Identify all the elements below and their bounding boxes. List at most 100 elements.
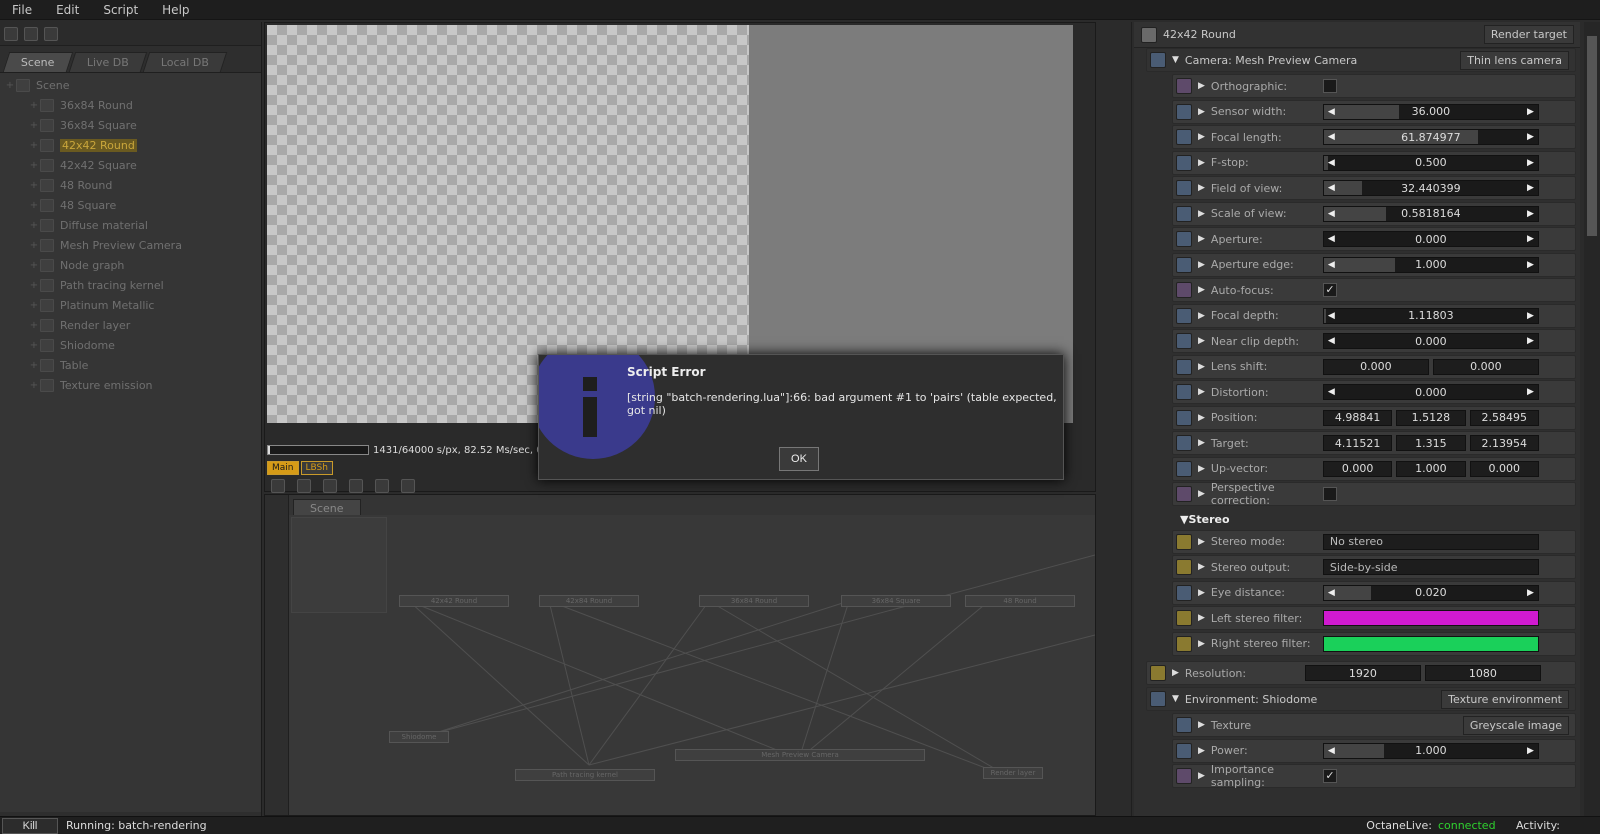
tree-item[interactable]: + Table — [0, 355, 261, 375]
node-42x42-round[interactable]: 42x42 Round — [399, 595, 509, 607]
environment-group-type-button[interactable]: Texture environment — [1441, 689, 1569, 709]
scale-of-view-slider[interactable]: ◀ 0.5818164 ▶ — [1322, 205, 1539, 222]
increment-icon[interactable]: ▶ — [1527, 258, 1534, 272]
position-field-1[interactable]: 1.5128 — [1396, 409, 1466, 426]
stereo-mode-dropdown[interactable]: No stereo — [1322, 533, 1539, 550]
tree-item[interactable]: +48 Round — [0, 175, 261, 195]
tab-live-db[interactable]: Live DB — [68, 52, 147, 72]
aperture-slider[interactable]: ◀ 0.000 ▶ — [1322, 231, 1539, 247]
stereo-output-dropdown[interactable]: Side-by-side — [1322, 559, 1539, 575]
left-stereo-filter-swatch[interactable] — [1322, 610, 1539, 626]
tree-item[interactable]: +48 Square — [0, 195, 261, 215]
expand-icon[interactable]: ▶ — [1198, 285, 1205, 295]
focal-length-slider[interactable]: ◀ 61.874977 ▶ — [1322, 129, 1539, 145]
menu-help[interactable]: Help — [150, 3, 201, 17]
decrement-icon[interactable]: ◀ — [1328, 309, 1335, 323]
expand-icon[interactable]: ▶ — [1198, 438, 1205, 448]
node-graph-minimap[interactable] — [291, 517, 387, 613]
node-path-tracing-kernel[interactable]: Path tracing kernel — [515, 769, 655, 781]
decrement-icon[interactable]: ◀ — [1328, 232, 1335, 246]
collapse-icon[interactable]: ▼ — [1180, 513, 1188, 526]
position-field-2[interactable]: 2.58495 — [1469, 409, 1539, 426]
stop-icon[interactable] — [323, 479, 337, 493]
expand-icon[interactable]: ▶ — [1198, 613, 1205, 623]
tree-item[interactable]: + Texture emission — [0, 375, 261, 395]
node-48-round[interactable]: 48 Round — [965, 595, 1075, 607]
expand-icon[interactable]: + — [28, 180, 40, 191]
render-target-button[interactable]: Render target — [1483, 25, 1574, 44]
tree-item[interactable]: + Shiodome — [0, 335, 261, 355]
node-36x84-round[interactable]: 36x84 Round — [699, 595, 809, 607]
expand-icon[interactable]: ▶ — [1198, 260, 1205, 270]
tree-item[interactable]: + Path tracing kernel — [0, 275, 261, 295]
collapse-icon[interactable]: ▼ — [1172, 694, 1179, 704]
right-stereo-filter-swatch[interactable] — [1322, 635, 1539, 652]
expand-icon[interactable]: ▶ — [1198, 158, 1205, 168]
ok-button[interactable]: OK — [779, 447, 819, 471]
expand-icon[interactable]: + — [28, 380, 40, 391]
expand-icon[interactable]: + — [28, 140, 40, 151]
field-of-view-slider[interactable]: ◀ 32.440399 ▶ — [1322, 180, 1539, 196]
expand-icon[interactable]: + — [28, 280, 40, 291]
settings-icon[interactable] — [297, 479, 311, 493]
tree-item[interactable]: +42x42 Square — [0, 155, 261, 175]
tree-item[interactable]: + Scene — [0, 75, 261, 95]
layers-icon[interactable] — [44, 26, 58, 41]
expand-icon[interactable]: + — [28, 320, 40, 331]
up-vector-field-1[interactable]: 1.000 — [1396, 460, 1466, 477]
target-field-2[interactable]: 2.13954 — [1469, 435, 1539, 451]
expand-icon[interactable]: ▶ — [1198, 639, 1205, 649]
node-36x84-square[interactable]: 36x84 Square — [841, 595, 951, 607]
viewport-vertical-scrollbar[interactable] — [1077, 25, 1091, 423]
increment-icon[interactable]: ▶ — [1527, 105, 1534, 119]
tree-item[interactable]: + Node graph — [0, 255, 261, 275]
expand-icon[interactable]: ▶ — [1198, 362, 1205, 372]
expand-icon[interactable]: ▶ — [1198, 489, 1205, 499]
increment-icon[interactable]: ▶ — [1527, 744, 1534, 758]
expand-icon[interactable]: + — [28, 340, 40, 351]
expand-icon[interactable]: ▶ — [1198, 183, 1205, 193]
sensor-width-slider[interactable]: ◀ 36.000 ▶ — [1322, 103, 1539, 120]
increment-icon[interactable]: ▶ — [1527, 232, 1534, 246]
increment-icon[interactable]: ▶ — [1527, 130, 1534, 144]
pause-icon[interactable] — [375, 479, 389, 493]
decrement-icon[interactable]: ◀ — [1328, 105, 1335, 119]
increment-icon[interactable]: ▶ — [1527, 156, 1534, 170]
node-42x84-round[interactable]: 42x84 Round — [539, 595, 639, 607]
tree-item[interactable]: +36x84 Round — [0, 95, 261, 115]
expand-icon[interactable]: ▶ — [1198, 107, 1205, 117]
auto-focus-checkbox[interactable]: ✓ — [1322, 283, 1337, 297]
resolution-field-0[interactable]: 1920 — [1304, 665, 1421, 681]
decrement-icon[interactable]: ◀ — [1328, 744, 1335, 758]
orthographic-checkbox[interactable] — [1322, 79, 1337, 93]
expand-icon[interactable]: ▶ — [1198, 537, 1205, 547]
camera-icon[interactable] — [271, 479, 285, 493]
decrement-icon[interactable]: ◀ — [1328, 130, 1335, 144]
expand-icon[interactable]: + — [28, 240, 40, 251]
menu-script[interactable]: Script — [91, 3, 150, 17]
position-field-0[interactable]: 4.98841 — [1322, 409, 1393, 426]
focal-depth-slider[interactable]: ◀ 1.11803 ▶ — [1322, 307, 1539, 324]
increment-icon[interactable]: ▶ — [1527, 309, 1534, 323]
expand-icon[interactable]: ▶ — [1198, 311, 1205, 321]
tree-item[interactable]: + Mesh Preview Camera — [0, 235, 261, 255]
expand-icon[interactable]: + — [28, 160, 40, 171]
node-graph-canvas[interactable]: 42x42 Round 42x84 Round 36x84 Round 36x8… — [289, 515, 1095, 815]
increment-icon[interactable]: ▶ — [1527, 181, 1534, 195]
increment-icon[interactable]: ▶ — [1527, 207, 1534, 221]
expand-icon[interactable]: + — [28, 100, 40, 111]
expand-icon[interactable]: ▶ — [1198, 413, 1205, 423]
menu-file[interactable]: File — [0, 3, 44, 17]
expand-icon[interactable]: ▶ — [1198, 81, 1205, 91]
increment-icon[interactable]: ▶ — [1527, 385, 1534, 399]
expand-icon[interactable]: + — [28, 300, 40, 311]
expand-icon[interactable]: ▶ — [1198, 387, 1205, 397]
expand-icon[interactable]: ▶ — [1198, 562, 1205, 572]
restart-icon[interactable] — [349, 479, 363, 493]
increment-icon[interactable]: ▶ — [1527, 334, 1534, 348]
up-vector-field-2[interactable]: 0.000 — [1469, 460, 1539, 477]
decrement-icon[interactable]: ◀ — [1328, 181, 1335, 195]
perspective-correction-checkbox[interactable] — [1322, 487, 1337, 501]
expand-icon[interactable]: + — [28, 260, 40, 271]
camera-group-type-button[interactable]: Thin lens camera — [1460, 50, 1569, 70]
